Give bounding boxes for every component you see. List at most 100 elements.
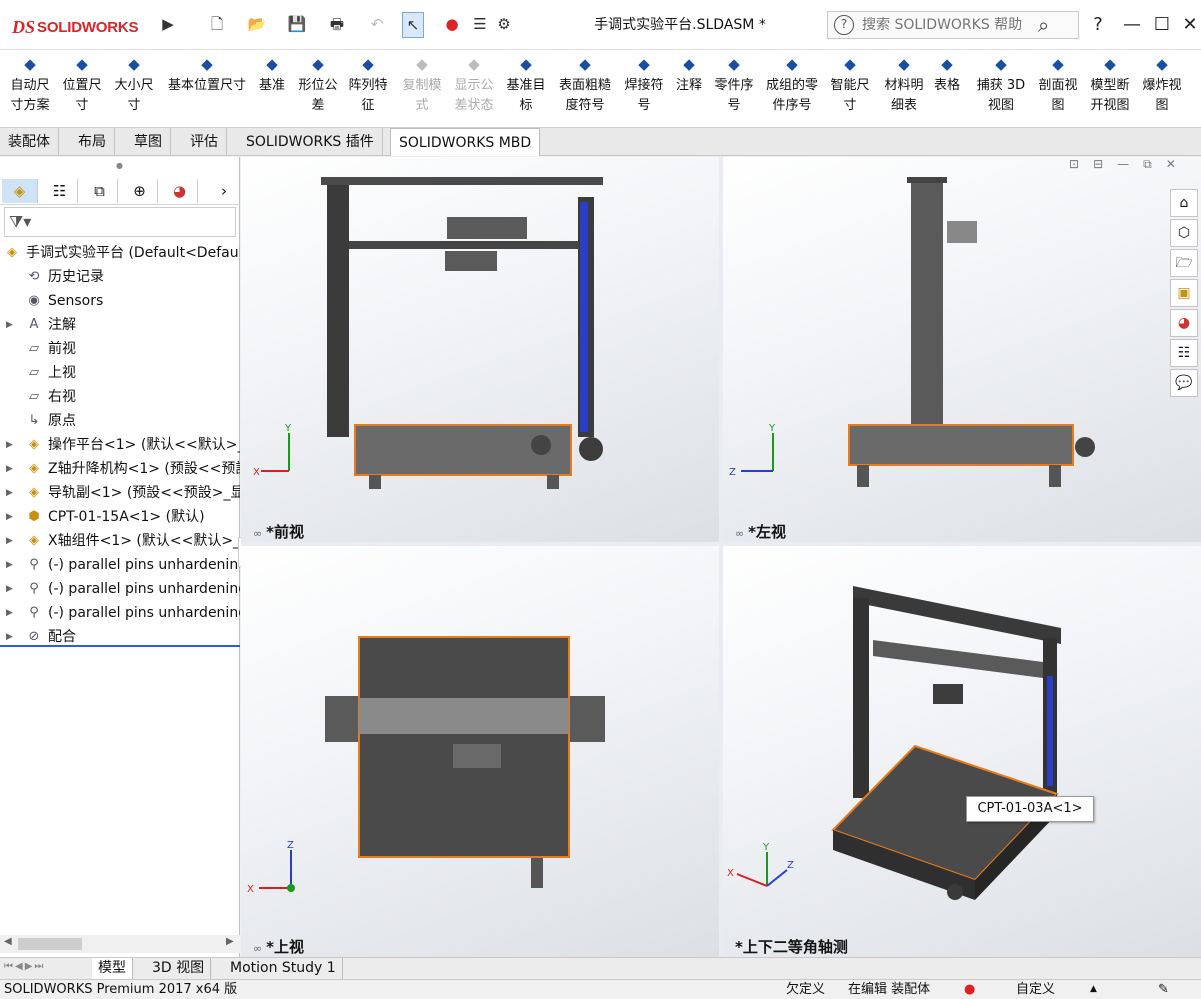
viewport-close-icon[interactable]: ✕ [1166,157,1176,172]
viewport-split-icon[interactable]: ⊟ [1093,157,1103,172]
tab-scroll-arrows-icon[interactable]: ⏮◀▶⏭ [4,961,45,972]
solidworks-logo[interactable]: DS SOLIDWORKS [12,12,152,42]
custom-properties-icon[interactable]: ☷ [1170,339,1198,367]
tree-item[interactable]: ▶ ◈ 操作平台<1> (默认<<默认>_显示状态 1>) [0,433,240,457]
tree-item[interactable]: ▶ ◈ X轴组件<1> (默认<<默认>_显示状态 1>) [0,529,240,553]
minimize-window-icon[interactable]: — [1120,12,1144,38]
scroll-right-icon[interactable]: ▶ [226,936,234,947]
link-views-icon[interactable]: ∞ [253,527,262,540]
units-dropdown-icon[interactable]: ▲ [1090,980,1097,999]
ribbon-weld-symbol-button[interactable]: ◆ 焊接符 号 [620,54,668,116]
appearances-scenes-icon[interactable]: ◕ [1170,309,1198,337]
search-icon[interactable]: ⌕ [1038,13,1049,37]
tree-item[interactable]: ◉ Sensors [0,289,240,313]
viewport-left[interactable]: Y Z ∞ *左视 ⊡ ⊟ — ⧉ ✕ [723,157,1201,542]
tree-item[interactable]: ▶ ◈ 导轨副<1> (预設<<预設>_显示状态 1>) [0,481,240,505]
viewport-top[interactable]: Z X ∞ *上视 [241,546,719,957]
link-views-icon[interactable]: ∞ [735,527,744,540]
tree-rollback-bar[interactable] [0,645,240,647]
tree-expand-icon[interactable]: ▶ [6,601,13,625]
maximize-window-icon[interactable]: ☐ [1150,12,1174,38]
save-icon[interactable]: 💾 [284,12,310,36]
tree-expand-icon[interactable]: ▶ [6,553,13,577]
open-document-icon[interactable]: 📂 [244,12,270,36]
viewport-maximize-icon[interactable]: ⧉ [1143,157,1152,172]
forum-icon[interactable]: 💬 [1170,369,1198,397]
tree-item[interactable]: ▶ ⚲ (-) parallel pins unhardening [0,577,240,601]
tree-item[interactable]: ▶ ⬢ CPT-01-15A<1> (默认) [0,505,240,529]
rebuild-status-icon[interactable]: ● [964,980,975,999]
ribbon-bom-button[interactable]: ◆ 材料明 细表 [880,54,928,116]
ribbon-balloon-button[interactable]: ◆ 零件序 号 [710,54,758,116]
tab-3d-views[interactable]: 3D 视图 [146,958,212,980]
file-properties-icon[interactable]: ☰ [470,12,490,36]
property-manager-tab-icon[interactable]: ☷ [42,179,78,203]
ribbon-basic-location-dimension-button[interactable]: ◆ 基本位置尺寸 [162,54,252,96]
tab-sketch[interactable]: 草图 [126,128,171,156]
new-document-icon[interactable]: 🗋 [206,12,228,36]
tree-item[interactable]: ⟲ 历史记录 [0,265,240,289]
print-icon[interactable]: 🖶 [324,12,350,36]
tab-layout[interactable]: 布局 [70,128,115,156]
scroll-thumb[interactable] [18,938,82,950]
ribbon-note-button[interactable]: ◆ 注释 [672,54,706,96]
ribbon-datum-button[interactable]: ◆ 基准 [255,54,289,96]
tree-horizontal-scrollbar[interactable]: ◀ ▶ [0,935,240,953]
tree-item[interactable]: ▶ ◈ Z轴升降机构<1> (预設<<预設>_显示状态 1>) [0,457,240,481]
scroll-left-icon[interactable]: ◀ [4,936,12,947]
tree-expand-icon[interactable]: ▶ [6,433,13,457]
feature-manager-tab-icon[interactable]: ◈ [2,179,38,203]
undo-icon[interactable]: ↶ [364,12,390,36]
viewport-isometric[interactable]: Y X Z *上下二等角轴测 [723,546,1201,957]
tab-solidworks-addins[interactable]: SOLIDWORKS 插件 [238,128,383,156]
viewport-front[interactable]: Y X ∞ *前视 [241,157,719,542]
ribbon-geometric-tolerance-button[interactable]: ◆ 形位公 差 [296,54,340,116]
design-library-icon[interactable]: ⬡ [1170,219,1198,247]
options-gear-icon[interactable]: ⚙ [494,12,514,36]
tree-item[interactable]: ▶ A 注解 [0,313,240,337]
ribbon-table-button[interactable]: ◆ 表格 [930,54,964,96]
tree-expand-icon[interactable]: ▶ [6,457,13,481]
ribbon-break-view-button[interactable]: ◆ 模型断 开视图 [1086,54,1134,116]
ribbon-show-tolerance-status-button[interactable]: ◆ 显示公 差状态 [450,54,498,116]
close-window-icon[interactable]: ✕ [1178,12,1201,38]
ribbon-surface-finish-button[interactable]: ◆ 表面粗糙 度符号 [554,54,616,116]
tree-expand-icon[interactable]: ▶ [6,577,13,601]
help-menu-button[interactable]: ? [1086,12,1110,38]
file-explorer-icon[interactable]: 🗁 [1170,249,1198,277]
ribbon-pattern-feature-button[interactable]: ◆ 阵列特 征 [346,54,390,116]
tree-item[interactable]: ◈ 手调式实验平台 (Default<Default_Display State-… [0,241,240,265]
ribbon-section-view-button[interactable]: ◆ 剖面视 图 [1034,54,1082,116]
ribbon-auto-dimension-button[interactable]: ◆ 自动尺 寸方案 [6,54,54,116]
tab-model[interactable]: 模型 [92,958,133,980]
ribbon-stacked-balloon-button[interactable]: ◆ 成组的零 件序号 [762,54,822,116]
tree-expand-icon[interactable]: ▶ [6,481,13,505]
configuration-manager-tab-icon[interactable]: ⧉ [82,179,118,203]
viewport-minimize-icon[interactable]: — [1117,157,1129,172]
tree-item[interactable]: ▱ 上视 [0,361,240,385]
tree-item[interactable]: ▶ ⚲ (-) parallel pins unhardening [0,601,240,625]
ribbon-capture-3d-view-button[interactable]: ◆ 捕获 3D 视图 [974,54,1028,116]
dimxpert-manager-tab-icon[interactable]: ⊕ [122,179,158,203]
ribbon-datum-target-button[interactable]: ◆ 基准目 标 [502,54,550,116]
display-manager-tab-icon[interactable]: ◕ [162,179,198,203]
ribbon-exploded-view-button[interactable]: ◆ 爆炸视 图 [1138,54,1186,116]
select-pointer-icon[interactable]: ↖ [402,12,424,38]
tab-motion-study[interactable]: Motion Study 1 [224,958,343,980]
ribbon-copy-scheme-button[interactable]: ◆ 复制模 式 [398,54,446,116]
tree-item[interactable]: ▱ 前视 [0,337,240,361]
status-units[interactable]: 自定义 [1016,980,1055,999]
help-search-box[interactable]: ? ⌕ [827,11,1079,39]
ribbon-size-dimension-button[interactable]: ◆ 大小尺 寸 [110,54,158,116]
rebuild-traffic-light-icon[interactable]: ● [444,12,460,36]
tree-item[interactable]: ▱ 右视 [0,385,240,409]
menu-expand-icon[interactable]: ▶ [160,12,176,36]
link-views-icon[interactable]: ∞ [253,942,262,955]
tree-item[interactable]: ↳ 原点 [0,409,240,433]
help-search-input[interactable] [862,17,1034,33]
panel-grip-icon[interactable]: ● [116,161,123,170]
tab-solidworks-mbd[interactable]: SOLIDWORKS MBD [390,128,541,156]
solidworks-resources-icon[interactable]: ⌂ [1170,189,1198,217]
quick-tips-icon[interactable]: ✎ [1158,980,1169,999]
tab-evaluate[interactable]: 评估 [182,128,227,156]
